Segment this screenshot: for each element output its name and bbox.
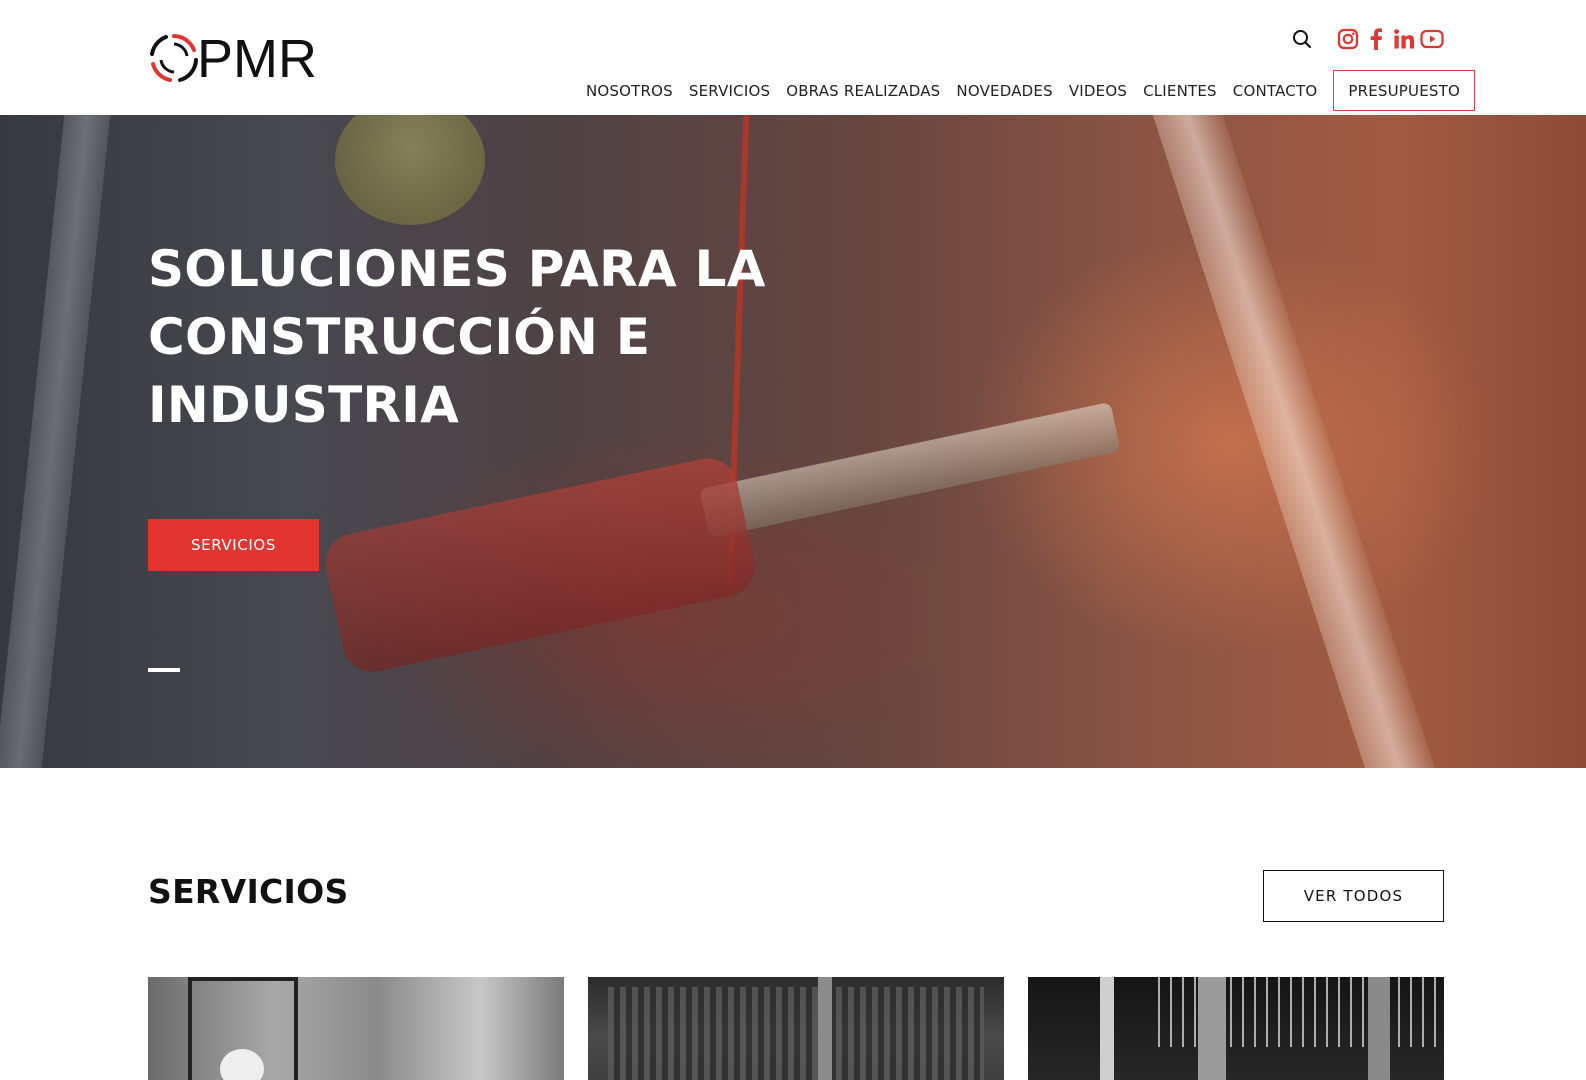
service-card-image[interactable] <box>1028 977 1444 1080</box>
hero-overlay <box>0 115 1586 768</box>
facebook-icon[interactable] <box>1364 27 1388 51</box>
services-cards <box>148 977 1444 1080</box>
logo-text: PMR <box>197 29 317 89</box>
hero-title: SOLUCIONES PARA LA CONSTRUCCIÓN E INDUST… <box>148 240 766 434</box>
presupuesto-button[interactable]: PRESUPUESTO <box>1333 70 1475 111</box>
site-header: PMR NOSOTROS SERVICIOS OBRAS REALIZADAS … <box>0 0 1586 115</box>
nav-item-nosotros[interactable]: NOSOTROS <box>586 82 673 100</box>
nav-item-servicios[interactable]: SERVICIOS <box>689 82 770 100</box>
nav-item-clientes[interactable]: CLIENTES <box>1143 82 1217 100</box>
tube-shape <box>1100 977 1114 1080</box>
ver-todos-button[interactable]: VER TODOS <box>1263 870 1444 922</box>
pmr-logo-icon <box>150 34 198 82</box>
services-section-title: SERVICIOS <box>148 872 349 911</box>
grate-shape <box>608 987 984 1080</box>
post-shape <box>1368 977 1390 1080</box>
site-logo[interactable]: PMR <box>148 30 317 86</box>
hero-slider: SOLUCIONES PARA LA CONSTRUCCIÓN E INDUST… <box>0 115 1586 768</box>
nav-item-obras-realizadas[interactable]: OBRAS REALIZADAS <box>786 82 940 100</box>
nav-item-novedades[interactable]: NOVEDADES <box>956 82 1052 100</box>
linkedin-icon[interactable] <box>1392 27 1416 51</box>
service-card-image[interactable] <box>148 977 564 1080</box>
instagram-icon[interactable] <box>1336 27 1360 51</box>
search-icon[interactable] <box>1290 27 1314 51</box>
beam-shape <box>818 977 832 1080</box>
slider-indicator-active[interactable] <box>148 668 180 672</box>
hero-servicios-button[interactable]: SERVICIOS <box>148 519 319 571</box>
main-nav: NOSOTROS SERVICIOS OBRAS REALIZADAS NOVE… <box>586 70 1475 111</box>
header-icons <box>1286 27 1444 51</box>
post-shape <box>1198 977 1226 1080</box>
nav-item-videos[interactable]: VIDEOS <box>1069 82 1127 100</box>
youtube-icon[interactable] <box>1420 27 1444 51</box>
service-card-image[interactable] <box>588 977 1004 1080</box>
nav-item-contacto[interactable]: CONTACTO <box>1233 82 1318 100</box>
